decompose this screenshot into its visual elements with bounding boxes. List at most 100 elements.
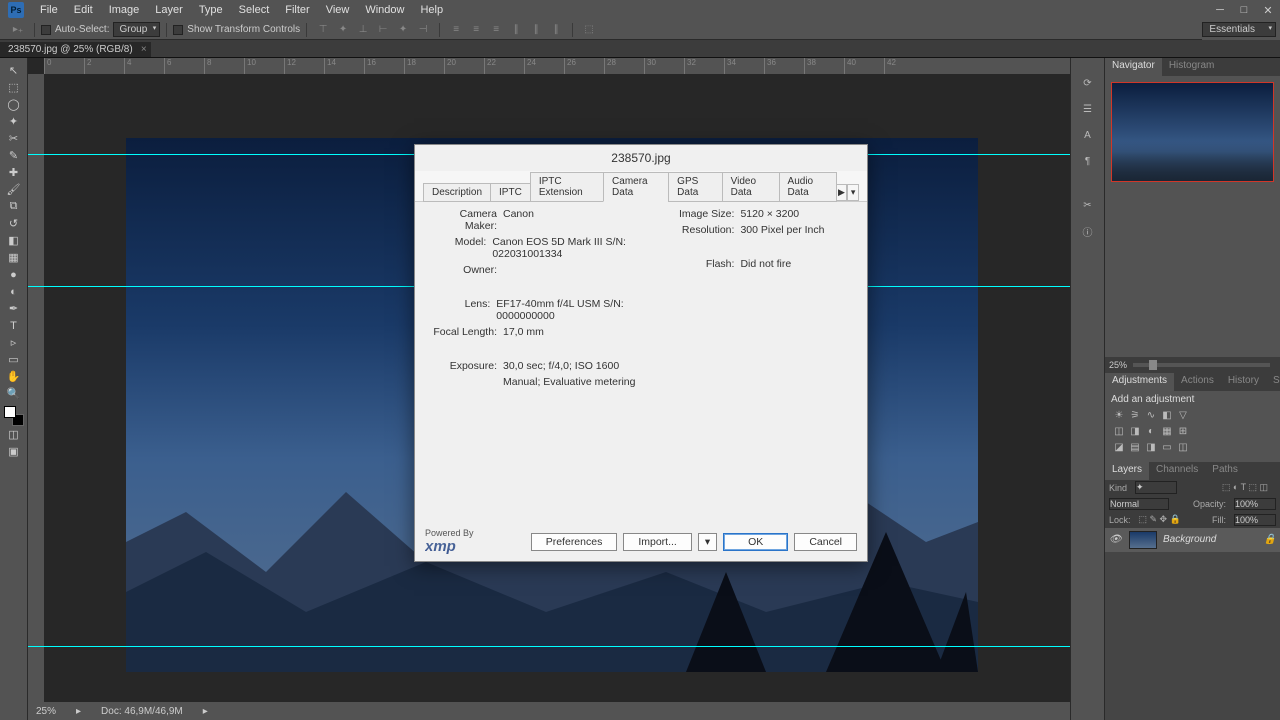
- color-swatches[interactable]: [4, 406, 24, 426]
- eraser-tool[interactable]: ◧: [4, 232, 24, 249]
- tab-audio-data[interactable]: Audio Data: [779, 172, 837, 202]
- tab-video-data[interactable]: Video Data: [722, 172, 780, 202]
- tab-overflow-icon[interactable]: ▾: [847, 184, 859, 201]
- adj-lookup-icon[interactable]: ⊞: [1175, 425, 1191, 439]
- status-arrow-icon[interactable]: ▸: [203, 706, 208, 717]
- dist-right-icon[interactable]: ∥: [547, 23, 565, 37]
- lasso-tool[interactable]: ◯: [4, 96, 24, 113]
- adj-curves-icon[interactable]: ∿: [1143, 409, 1159, 423]
- close-tab-icon[interactable]: ×: [141, 44, 147, 55]
- menu-filter[interactable]: Filter: [277, 4, 317, 16]
- document-tab[interactable]: 238570.jpg @ 25% (RGB/8) ×: [0, 42, 151, 57]
- adj-threshold-icon[interactable]: ◨: [1143, 441, 1159, 455]
- tab-camera-data[interactable]: Camera Data: [603, 172, 669, 202]
- shape-tool[interactable]: ▭: [4, 351, 24, 368]
- dist-hcenter-icon[interactable]: ∥: [527, 23, 545, 37]
- menu-help[interactable]: Help: [412, 4, 451, 16]
- tab-navigator[interactable]: Navigator: [1105, 58, 1162, 76]
- tab-history[interactable]: History: [1221, 373, 1266, 391]
- tab-description[interactable]: Description: [423, 183, 491, 202]
- tab-gps-data[interactable]: GPS Data: [668, 172, 722, 202]
- layer-thumbnail[interactable]: [1129, 531, 1157, 549]
- swap-panel-icon[interactable]: ✂: [1078, 195, 1098, 215]
- dist-bottom-icon[interactable]: ≡: [487, 23, 505, 37]
- tab-iptc[interactable]: IPTC: [490, 183, 531, 202]
- opacity-input[interactable]: 100%: [1234, 498, 1276, 510]
- adj-mixer-icon[interactable]: ▦: [1159, 425, 1175, 439]
- visibility-icon[interactable]: 👁: [1109, 534, 1123, 545]
- move-tool[interactable]: ↖: [4, 62, 24, 79]
- lock-buttons[interactable]: ⬚ ✎ ✥ 🔒: [1139, 514, 1181, 525]
- adj-photo-filter-icon[interactable]: ◐: [1143, 425, 1159, 439]
- menu-window[interactable]: Window: [357, 4, 412, 16]
- properties-panel-icon[interactable]: ☰: [1078, 99, 1098, 119]
- show-transform-checkbox[interactable]: [173, 25, 183, 35]
- align-right-icon[interactable]: ⊣: [414, 23, 432, 37]
- navigator-thumbnail[interactable]: [1111, 82, 1274, 182]
- tab-actions[interactable]: Actions: [1174, 373, 1221, 391]
- dist-top-icon[interactable]: ≡: [447, 23, 465, 37]
- maximize-icon[interactable]: □: [1236, 4, 1252, 16]
- import-dropdown-icon[interactable]: ▾: [698, 533, 717, 551]
- brush-tool[interactable]: 🖌: [4, 181, 24, 198]
- align-hcenter-icon[interactable]: ✦: [394, 23, 412, 37]
- adj-vibrance-icon[interactable]: ▽: [1175, 409, 1191, 423]
- tab-adjustments[interactable]: Adjustments: [1105, 373, 1174, 391]
- tab-histogram[interactable]: Histogram: [1162, 58, 1222, 76]
- adj-levels-icon[interactable]: ⚞: [1127, 409, 1143, 423]
- cancel-button[interactable]: Cancel: [794, 533, 857, 551]
- wand-tool[interactable]: ✦: [4, 113, 24, 130]
- adj-brightness-icon[interactable]: ☀: [1111, 409, 1127, 423]
- history-panel-icon[interactable]: ⟳: [1078, 73, 1098, 93]
- screenmode-icon[interactable]: ▣: [4, 443, 24, 460]
- dist-vcenter-icon[interactable]: ≡: [467, 23, 485, 37]
- close-icon[interactable]: ✕: [1260, 4, 1276, 16]
- tab-scroll-right-icon[interactable]: ▶: [836, 184, 848, 201]
- status-size-icon[interactable]: ▸: [76, 706, 81, 717]
- blur-tool[interactable]: ●: [4, 266, 24, 283]
- quickmask-icon[interactable]: ◫: [4, 426, 24, 443]
- info-panel-icon[interactable]: ⓘ: [1078, 221, 1098, 241]
- menu-view[interactable]: View: [318, 4, 358, 16]
- align-bottom-icon[interactable]: ⊥: [354, 23, 372, 37]
- hand-tool[interactable]: ✋: [4, 368, 24, 385]
- crop-tool[interactable]: ✂: [4, 130, 24, 147]
- navigator-zoom-slider[interactable]: [1133, 363, 1270, 367]
- paragraph-panel-icon[interactable]: ¶: [1078, 151, 1098, 171]
- type-tool[interactable]: T: [4, 317, 24, 334]
- tab-layers[interactable]: Layers: [1105, 462, 1149, 480]
- dodge-tool[interactable]: ◐: [4, 283, 24, 300]
- preferences-button[interactable]: Preferences: [531, 533, 618, 551]
- adj-hsl-icon[interactable]: ◫: [1111, 425, 1127, 439]
- import-button[interactable]: Import...: [623, 533, 692, 551]
- 3d-mode-icon[interactable]: ⬚: [580, 23, 598, 37]
- blend-mode-dropdown[interactable]: Normal: [1109, 498, 1169, 510]
- marquee-tool[interactable]: ⬚: [4, 79, 24, 96]
- fill-input[interactable]: 100%: [1234, 514, 1276, 526]
- pen-tool[interactable]: ✒: [4, 300, 24, 317]
- navigator-zoom-value[interactable]: 25%: [1109, 360, 1127, 370]
- auto-select-checkbox[interactable]: [41, 25, 51, 35]
- adj-posterize-icon[interactable]: ▤: [1127, 441, 1143, 455]
- status-zoom[interactable]: 25%: [36, 706, 56, 717]
- menu-edit[interactable]: Edit: [66, 4, 101, 16]
- align-vcenter-icon[interactable]: ✦: [334, 23, 352, 37]
- menu-select[interactable]: Select: [231, 4, 278, 16]
- menu-type[interactable]: Type: [191, 4, 231, 16]
- workspace-dropdown[interactable]: Essentials: [1202, 22, 1276, 37]
- menu-layer[interactable]: Layer: [147, 4, 191, 16]
- dist-left-icon[interactable]: ∥: [507, 23, 525, 37]
- gradient-tool[interactable]: ▦: [4, 249, 24, 266]
- menu-image[interactable]: Image: [101, 4, 148, 16]
- adj-bw-icon[interactable]: ◨: [1127, 425, 1143, 439]
- status-doc[interactable]: Doc: 46,9M/46,9M: [101, 706, 183, 717]
- auto-select-dropdown[interactable]: Group: [113, 22, 160, 37]
- character-panel-icon[interactable]: A: [1078, 125, 1098, 145]
- align-top-icon[interactable]: ⊤: [314, 23, 332, 37]
- adj-gradmap-icon[interactable]: ▭: [1159, 441, 1175, 455]
- tab-styles[interactable]: Styles: [1266, 373, 1280, 391]
- path-tool[interactable]: ▹: [4, 334, 24, 351]
- layer-background[interactable]: 👁 Background 🔒: [1105, 528, 1280, 552]
- guide-horizontal[interactable]: [28, 646, 1070, 647]
- eyedropper-tool[interactable]: ✎: [4, 147, 24, 164]
